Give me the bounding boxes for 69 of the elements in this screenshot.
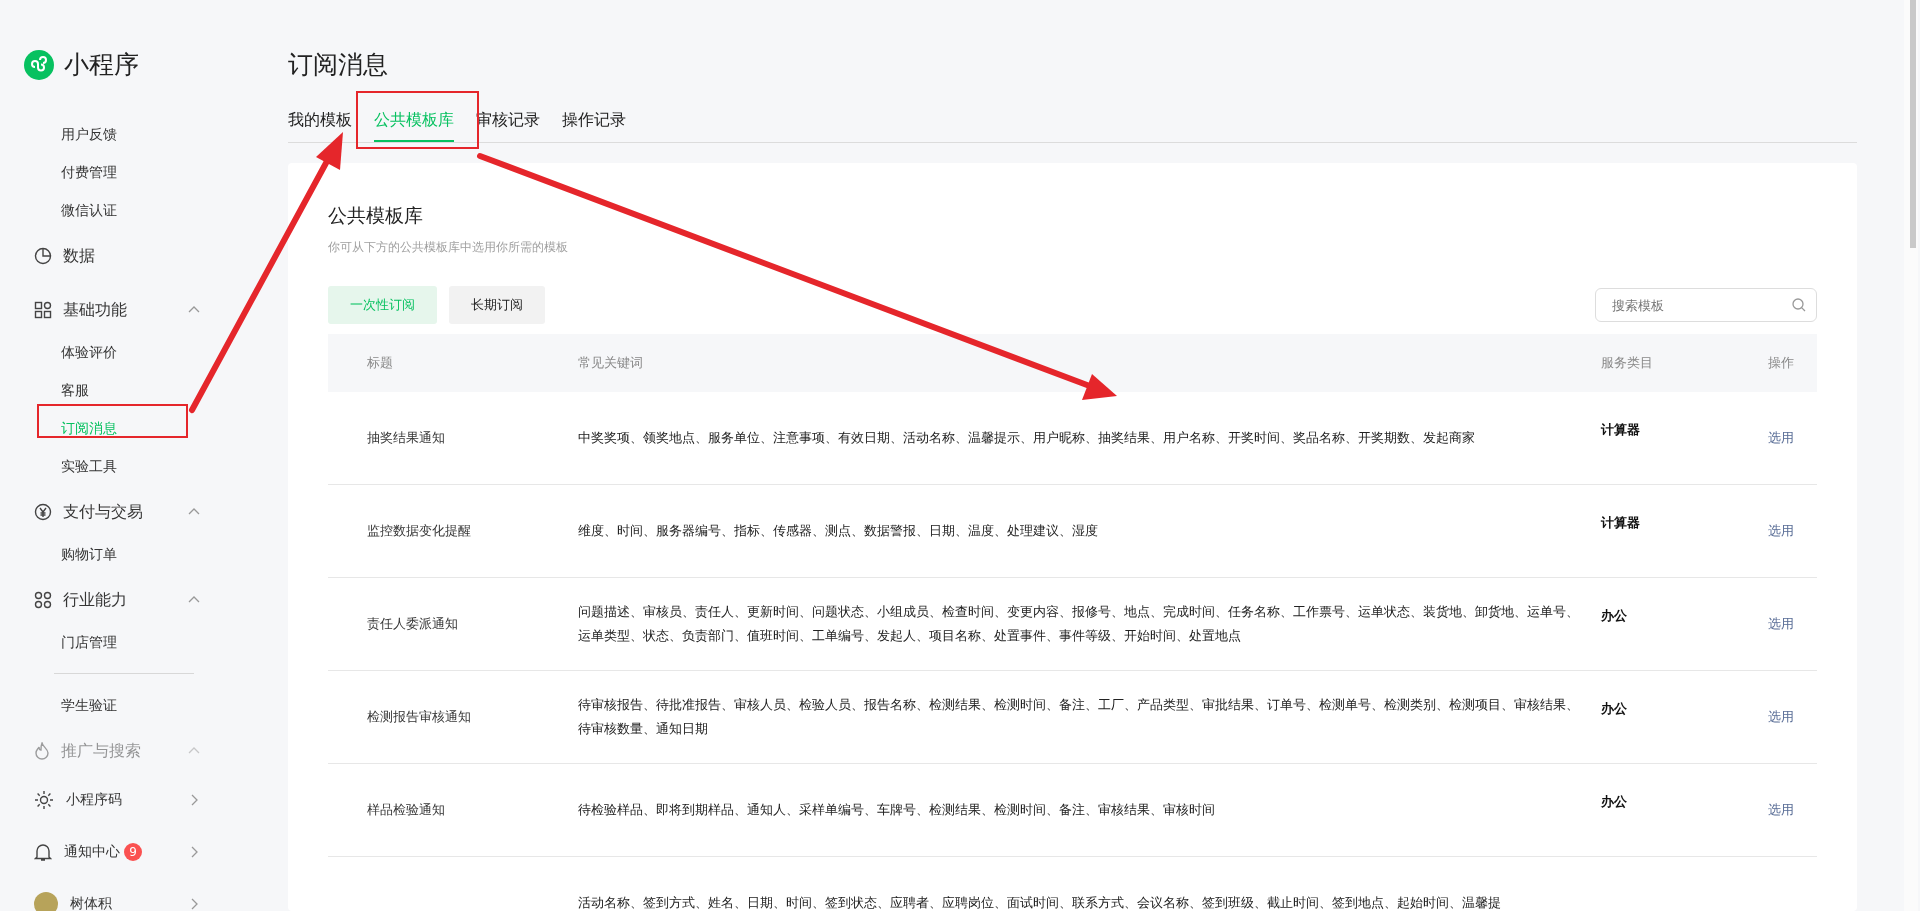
group-label: 基础功能 [63,299,127,321]
template-title: 检测报告审核通知 [366,708,472,726]
app-logo-icon [24,49,54,80]
pie-chart-icon [34,247,52,265]
select-link[interactable]: 选用 [1768,429,1817,447]
sidebar-group[interactable]: 数据 [34,233,200,279]
sunburst-icon [34,790,54,810]
sidebar-group[interactable]: 基础功能 [34,287,200,333]
service-category: 计算器 [1601,421,1641,439]
sidebar-item[interactable]: 学生验证 [34,686,200,724]
footer-label: 小程序码 [66,791,122,809]
page-title: 订阅消息 [288,49,389,81]
column-header: 标题 [366,354,394,372]
sidebar-footer-item[interactable]: 通知中心 9 [34,826,200,878]
service-category: 计算器 [1601,514,1641,532]
service-category: 办公 [1601,700,1628,718]
footer-label: 树体积 [70,895,112,911]
service-category: 办公 [1601,793,1628,811]
template-title: 样品检验通知 [366,801,446,819]
select-link[interactable]: 选用 [1768,522,1817,540]
group-label: 支付与交易 [63,501,143,523]
template-title: 责任人委派通知 [366,615,459,633]
column-header: 常见关键词 [578,354,644,372]
avatar-icon [34,892,58,911]
keyword-list: 活动名称、签到方式、姓名、日期、时间、签到状态、应聘者、应聘岗位、面试时间、联系方式、会议名称、签到班级、截止时间、签到地点、起始时间、温馨提 [578,891,1601,911]
service-category: 办公 [1601,607,1628,625]
group-label: 行业能力 [63,589,127,611]
group-label: 数据 [63,245,95,267]
yen-icon [34,503,52,521]
section-description: 你可从下方的公共模板库中选用你所需的模板 [328,239,569,256]
flame-icon [34,742,50,760]
app-name: 小程序 [64,49,139,81]
group-label: 推广与搜索 [61,740,141,762]
select-link[interactable]: 选用 [1768,708,1817,726]
sidebar-item[interactable]: 用户反馈 [34,115,200,153]
search-field[interactable]: 搜索模板 [1595,288,1817,322]
bell-icon [34,842,52,862]
sidebar-item[interactable]: 微信认证 [34,191,200,229]
footer-label: 通知中心 [64,843,120,861]
notification-badge: 9 [124,843,142,861]
sidebar-item[interactable]: 实验工具 [34,447,200,485]
sidebar-group[interactable]: 行业能力 [34,577,200,623]
sidebar-item[interactable]: 门店管理 [34,623,200,661]
select-link[interactable]: 选用 [1768,801,1817,819]
sidebar-footer-item[interactable]: 树体积 [34,878,200,911]
keyword-list: 问题描述、审核员、责任人、更新时间、问题状态、小组成员、检查时间、变更内容、报修号、地点、完成时间、任务名称、工作票号、运单状态、装货地、卸货地、运单号、运单类型、状态、负责部门、值班时间、工单编号、发起人、项目名称、处置事件、事件等级、开始时间、处置地点 [578,600,1601,648]
keyword-list: 中奖奖项、领奖地点、服务单位、注意事项、有效日期、活动名称、温馨提示、用户昵称、抽奖结果、用户名称、开奖时间、奖品名称、开奖期数、发起商家 [578,426,1601,450]
column-header: 操作 [1768,354,1795,372]
sidebar-group[interactable]: 支付与交易 [34,489,200,535]
filter-button[interactable]: 长期订阅 [449,286,545,324]
nodes-icon [34,591,52,609]
tab[interactable]: 操作记录 [562,104,626,142]
sidebar-footer-item[interactable]: 小程序码 [34,774,200,826]
keyword-list: 待审核报告、待批准报告、审核人员、检验人员、报告名称、检测结果、检测时间、备注、工厂、产品类型、审批结果、订单号、检测单号、检测类别、检测项目、审核结果、待审核数量、通知日期 [578,693,1601,741]
tab[interactable]: 我的模板 [288,104,352,142]
keyword-list: 待检验样品、即将到期样品、通知人、采样单编号、车牌号、检测结果、检测时间、备注、审核结果、审核时间 [578,798,1601,822]
sidebar-item[interactable]: 付费管理 [34,153,200,191]
column-header: 服务类目 [1601,354,1654,372]
template-title: 监控数据变化提醒 [366,522,472,540]
grid-icon [34,301,52,319]
sidebar-item[interactable]: 购物订单 [34,535,200,573]
sidebar-item[interactable]: 客服 [34,371,200,409]
search-icon [1792,298,1806,312]
template-title: 抽奖结果通知 [366,429,446,447]
section-heading: 公共模板库 [328,203,424,228]
keyword-list: 维度、时间、服务器编号、指标、传感器、测点、数据警报、日期、温度、处理建议、湿度 [578,519,1601,543]
sidebar-item[interactable]: 体验评价 [34,333,200,371]
scrollbar[interactable] [1904,0,1918,911]
select-link[interactable]: 选用 [1768,615,1817,633]
